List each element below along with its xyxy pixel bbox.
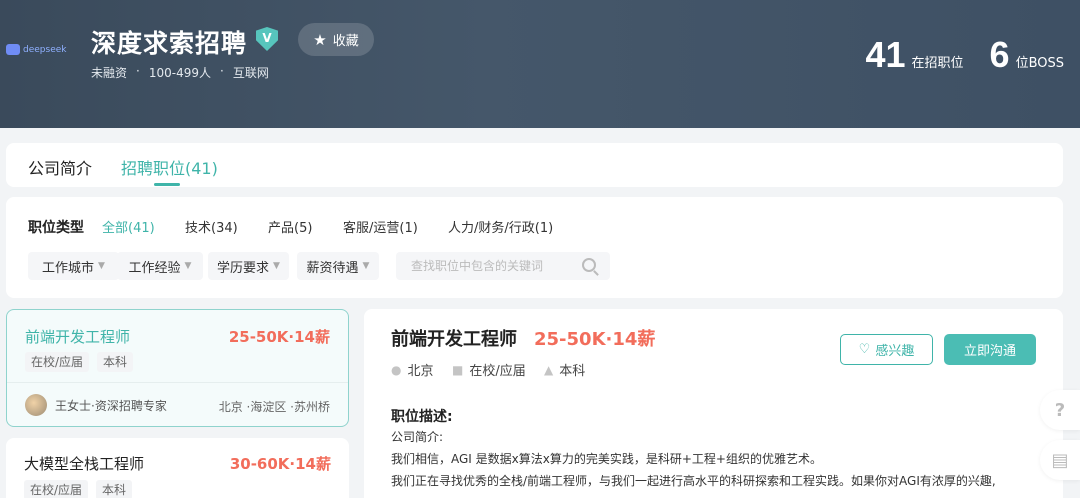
tab-bar: 公司简介 招聘职位(41) — [6, 143, 1063, 187]
chevron-down-icon: ▼ — [184, 261, 192, 271]
company-meta: 未融资 · 100-499人 · 互联网 — [91, 64, 269, 81]
whale-logo-icon — [6, 44, 20, 55]
company-header: deepseek 深度求索招聘 V ★ 收藏 未融资 · 100-499人 · … — [0, 0, 1080, 128]
positions-label: 在招职位 — [911, 56, 964, 71]
job-type-all[interactable]: 全部(41) — [102, 217, 155, 236]
job-description-line: 我们相信，AGI 是数据x算法x算力的完美实践，是科研+工程+组织的优雅艺术。 — [391, 452, 822, 466]
job-tag: 本科 — [96, 480, 133, 498]
degree-dropdown[interactable]: 学历要求 ▼ — [208, 252, 289, 280]
tab-jobs[interactable]: 招聘职位(41) — [121, 155, 218, 179]
chevron-down-icon: ▼ — [362, 261, 370, 271]
degree-dropdown-label: 学历要求 — [217, 260, 270, 276]
company-size: 100-499人 — [148, 66, 211, 80]
tab-about[interactable]: 公司简介 — [28, 155, 92, 179]
experience-dropdown[interactable]: 工作经验 ▼ — [117, 252, 203, 280]
city-dropdown[interactable]: 工作城市 ▼ — [28, 252, 119, 280]
job-description-line: 我们正在寻找优秀的全栈/前端工程师，与我们一起进行高水平的科研探索和工程实践。如… — [391, 474, 996, 488]
funding-stage: 未融资 — [91, 66, 128, 80]
job-type-service[interactable]: 客服/运营(1) — [343, 217, 418, 236]
star-icon: ★ — [313, 30, 327, 49]
job-salary: 25-50K·14薪 — [228, 328, 330, 346]
feedback-icon: ▤ — [1051, 449, 1069, 471]
chevron-down-icon: ▼ — [98, 261, 105, 271]
help-icon: ? — [1054, 399, 1066, 421]
keyword-search — [396, 252, 610, 280]
job-type-label: 职位类型 — [28, 220, 84, 236]
verified-shield-icon: V — [256, 27, 278, 51]
job-title: 大模型全栈工程师 — [24, 455, 145, 473]
location-pin-icon: ● — [391, 362, 402, 377]
recruiter-name: 王女士·资深招聘专家 — [55, 398, 167, 413]
city-dropdown-label: 工作城市 — [42, 260, 95, 276]
avatar — [25, 394, 47, 416]
detail-city-text: 北京 — [407, 364, 434, 379]
detail-city: ● 北京 — [391, 360, 434, 380]
chat-now-button[interactable]: 立即沟通 — [944, 334, 1036, 365]
job-description-line: 公司简介: — [391, 430, 444, 444]
brand-logo[interactable]: deepseek — [6, 44, 66, 55]
favorite-button[interactable]: ★ 收藏 — [298, 23, 374, 56]
recruiter-info: 王女士·资深招聘专家 — [25, 394, 167, 416]
salary-dropdown-label: 薪资待遇 — [306, 260, 359, 276]
job-card-frontend[interactable]: 前端开发工程师 25-50K·14薪 在校/应届 本科 王女士·资深招聘专家 北… — [6, 309, 349, 427]
detail-experience-text: 在校/应届 — [469, 364, 526, 379]
company-name: 深度求索招聘 — [91, 29, 248, 58]
job-salary: 30-60K·14薪 — [229, 455, 331, 473]
company-stats: 41 在招职位 6 位BOSS — [865, 34, 1064, 76]
briefcase-icon: ■ — [452, 362, 464, 377]
filter-panel: 职位类型 全部(41) 技术(34) 产品(5) 客服/运营(1) 人力/财务/… — [6, 197, 1063, 298]
job-tag: 在校/应届 — [24, 480, 89, 498]
search-icon[interactable] — [582, 258, 596, 272]
heart-icon: ♡ — [858, 342, 871, 357]
chevron-down-icon: ▼ — [273, 261, 280, 271]
job-title: 前端开发工程师 — [25, 328, 131, 346]
experience-dropdown-label: 工作经验 — [128, 260, 181, 276]
help-button[interactable]: ? — [1040, 390, 1080, 430]
boss-count: 6 — [989, 34, 1010, 75]
meta-separator: · — [219, 64, 224, 78]
detail-salary: 25-50K·14薪 — [534, 329, 656, 350]
positions-count: 41 — [865, 34, 906, 75]
brand-logo-text: deepseek — [23, 44, 67, 55]
keyword-search-input[interactable] — [411, 259, 571, 273]
job-detail-panel: 前端开发工程师 25-50K·14薪 ● 北京 ■ 在校/应届 ▲ 本科 ♡ 感… — [364, 309, 1063, 498]
industry: 互联网 — [232, 66, 269, 80]
job-type-hr[interactable]: 人力/财务/行政(1) — [448, 217, 553, 236]
favorite-label: 收藏 — [332, 34, 359, 49]
boss-label: 位BOSS — [1015, 56, 1064, 71]
salary-dropdown[interactable]: 薪资待遇 ▼ — [297, 252, 379, 280]
feedback-button[interactable]: ▤ — [1040, 440, 1080, 480]
job-tag: 在校/应届 — [25, 352, 90, 372]
job-type-product[interactable]: 产品(5) — [268, 217, 312, 236]
active-tab-indicator — [154, 183, 180, 186]
interest-label: 感兴趣 — [875, 344, 915, 359]
job-description-title: 职位描述: — [391, 409, 453, 425]
job-type-tech[interactable]: 技术(34) — [185, 217, 238, 236]
detail-degree: ▲ 本科 — [544, 360, 586, 380]
interest-button[interactable]: ♡ 感兴趣 — [840, 334, 933, 365]
detail-degree-text: 本科 — [559, 364, 586, 379]
detail-experience: ■ 在校/应届 — [452, 360, 526, 380]
job-location: 北京 ·海淀区 ·苏州桥 — [218, 400, 330, 414]
job-tag: 本科 — [97, 352, 134, 372]
detail-title: 前端开发工程师 — [391, 329, 517, 350]
meta-separator: · — [136, 64, 140, 78]
job-card-llm-fullstack[interactable]: 大模型全栈工程师 30-60K·14薪 在校/应届 本科 — [6, 438, 349, 498]
graduation-cap-icon: ▲ — [544, 362, 554, 377]
